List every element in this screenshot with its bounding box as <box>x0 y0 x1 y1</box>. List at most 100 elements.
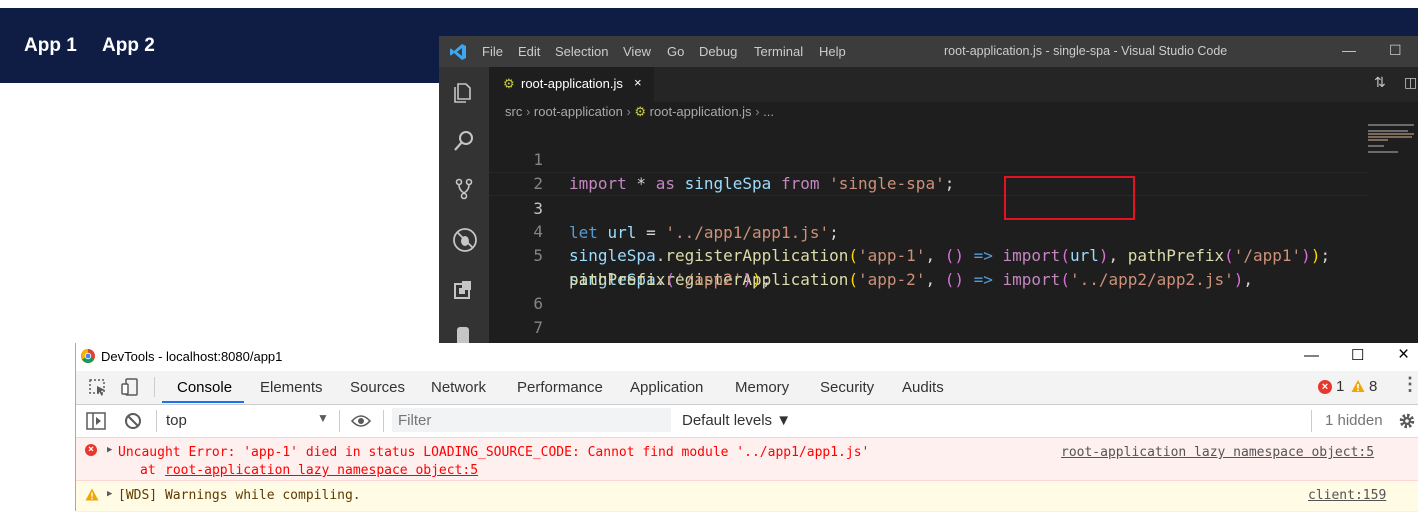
tab-performance[interactable]: Performance <box>517 379 603 396</box>
settings-gear-icon[interactable] <box>1398 412 1416 430</box>
search-icon[interactable] <box>452 129 476 153</box>
vscode-window-title: root-application.js - single-spa - Visua… <box>944 44 1228 58</box>
chevron-down-icon[interactable]: ▼ <box>317 411 329 425</box>
show-sidebar-icon[interactable] <box>86 412 106 430</box>
source-control-icon[interactable] <box>452 177 476 201</box>
console-message-warning: ▶ [WDS] Warnings while compiling. client… <box>76 481 1418 512</box>
breadcrumb: src › root-application › ⚙ root-applicat… <box>505 104 774 119</box>
tab-console[interactable]: Console <box>177 379 232 396</box>
console-message-error: × ▶ Uncaught Error: 'app-1' died in stat… <box>76 438 1418 481</box>
settings-file-icon: ⚙ <box>503 76 515 91</box>
code-line: 6 <box>489 268 1369 313</box>
stack-trace-prefix: at <box>140 463 156 478</box>
tab-label: root-application.js <box>521 76 623 91</box>
source-link[interactable]: root-application lazy namespace object:5 <box>1061 445 1374 460</box>
clear-console-icon[interactable] <box>124 412 142 430</box>
code-editor[interactable]: 1 import * as singleSpa from 'single-spa… <box>489 124 1418 346</box>
toolbar-divider <box>339 410 340 432</box>
more-options-icon[interactable]: ⋮ <box>1401 374 1418 395</box>
menu-debug[interactable]: Debug <box>699 44 737 59</box>
tab-elements[interactable]: Elements <box>260 379 323 396</box>
error-icon: × <box>1318 380 1332 394</box>
filter-input[interactable]: Filter <box>392 408 671 432</box>
live-expression-eye-icon[interactable] <box>351 414 371 428</box>
settings-file-icon: ⚙ <box>634 104 647 119</box>
filter-placeholder: Filter <box>398 412 432 429</box>
editor-tab-bar: ⚙ root-application.js × ⇅ ◫ <box>489 67 1418 102</box>
tab-network[interactable]: Network <box>431 379 486 396</box>
maximize-icon[interactable]: ☐ <box>1389 42 1402 59</box>
menu-view[interactable]: View <box>623 44 651 59</box>
context-selector[interactable]: top <box>166 412 187 429</box>
vscode-logo-icon <box>450 44 466 60</box>
console-toolbar: top ▼ Filter Default levels ▼ 1 hidden <box>76 405 1418 438</box>
close-icon[interactable]: × <box>1398 344 1409 366</box>
debug-icon[interactable] <box>452 227 478 253</box>
warning-icon <box>85 488 99 501</box>
active-tab-indicator <box>162 401 244 403</box>
devtools-titlebar: DevTools - localhost:8080/app1 — ☐ × <box>76 343 1418 371</box>
expand-triangle-icon[interactable]: ▶ <box>107 445 112 455</box>
breadcrumb-file[interactable]: root-application.js <box>650 104 752 119</box>
device-toolbar-icon[interactable] <box>120 377 140 397</box>
error-message-text: Uncaught Error: 'app-1' died in status L… <box>118 445 870 460</box>
vscode-titlebar: File Edit Selection View Go Debug Termin… <box>439 36 1418 67</box>
code-line: 2 <box>489 148 1369 193</box>
activity-bar <box>439 67 489 346</box>
code-line: 5 singleSpa.registerApplication('app-2',… <box>489 220 1369 289</box>
menu-file[interactable]: File <box>482 44 503 59</box>
devtools-window-title: DevTools - localhost:8080/app1 <box>101 349 283 364</box>
breadcrumb-root-application[interactable]: root-application <box>534 104 623 119</box>
vscode-window: File Edit Selection View Go Debug Termin… <box>439 36 1418 346</box>
toolbar-divider <box>154 377 155 397</box>
code-line-wrapped: pathPrefix('/app2')); <box>489 244 1369 289</box>
extensions-icon[interactable] <box>452 278 476 302</box>
tab-security[interactable]: Security <box>820 379 874 396</box>
split-editor-icon[interactable]: ◫ <box>1404 75 1417 91</box>
menu-go[interactable]: Go <box>667 44 684 59</box>
warning-icon <box>1351 380 1365 392</box>
devtools-window: DevTools - localhost:8080/app1 — ☐ × Con… <box>75 343 1418 512</box>
breadcrumb-src[interactable]: src <box>505 104 522 119</box>
toolbar-divider <box>156 410 157 432</box>
tab-memory[interactable]: Memory <box>735 379 789 396</box>
tab-application[interactable]: Application <box>630 379 703 396</box>
code-line: 4 singleSpa.registerApplication('app-1',… <box>489 196 1369 265</box>
log-levels-dropdown[interactable]: Default levels ▼ <box>682 412 791 429</box>
menu-help[interactable]: Help <box>819 44 846 59</box>
tab-audits[interactable]: Audits <box>902 379 944 396</box>
toolbar-divider <box>1311 410 1312 432</box>
devtools-tab-bar: Console Elements Sources Network Perform… <box>76 371 1418 405</box>
code-line: 1 import * as singleSpa from 'single-spa… <box>489 124 1369 193</box>
tab-root-application[interactable]: ⚙ root-application.js × <box>489 67 654 102</box>
highlight-annotation-box <box>1004 176 1135 220</box>
minimize-icon[interactable]: — <box>1304 347 1319 364</box>
code-line-current: 3 let url = '../app1/app1.js'; <box>489 172 1369 242</box>
error-count[interactable]: 1 <box>1336 378 1344 395</box>
minimize-icon[interactable]: — <box>1342 42 1356 58</box>
maximize-icon[interactable]: ☐ <box>1351 346 1364 364</box>
nav-link-app2[interactable]: App 2 <box>102 35 155 57</box>
explorer-icon[interactable] <box>452 81 476 105</box>
error-icon: × <box>85 444 97 456</box>
hidden-count: 1 hidden <box>1325 412 1383 429</box>
warning-message-text: [WDS] Warnings while compiling. <box>118 488 361 503</box>
warning-count[interactable]: 8 <box>1369 378 1377 395</box>
nav-link-app1[interactable]: App 1 <box>24 35 77 57</box>
stack-trace-link[interactable]: root-application lazy namespace object:5 <box>165 463 478 478</box>
compare-changes-icon[interactable]: ⇅ <box>1374 75 1386 91</box>
chrome-icon <box>81 349 95 363</box>
close-icon[interactable]: × <box>634 75 642 90</box>
code-line: 7 singleSpa.start(); <box>489 292 1369 346</box>
expand-triangle-icon[interactable]: ▶ <box>107 489 112 499</box>
source-link[interactable]: client:159 <box>1308 488 1386 503</box>
menu-selection[interactable]: Selection <box>555 44 608 59</box>
menu-terminal[interactable]: Terminal <box>754 44 803 59</box>
tab-sources[interactable]: Sources <box>350 379 405 396</box>
code-line: 8 <box>489 316 1369 346</box>
toolbar-divider <box>383 410 384 432</box>
minimap <box>1368 124 1414 153</box>
menu-edit[interactable]: Edit <box>518 44 540 59</box>
inspect-element-icon[interactable] <box>88 378 108 398</box>
breadcrumb-symbol[interactable]: ... <box>763 104 774 119</box>
